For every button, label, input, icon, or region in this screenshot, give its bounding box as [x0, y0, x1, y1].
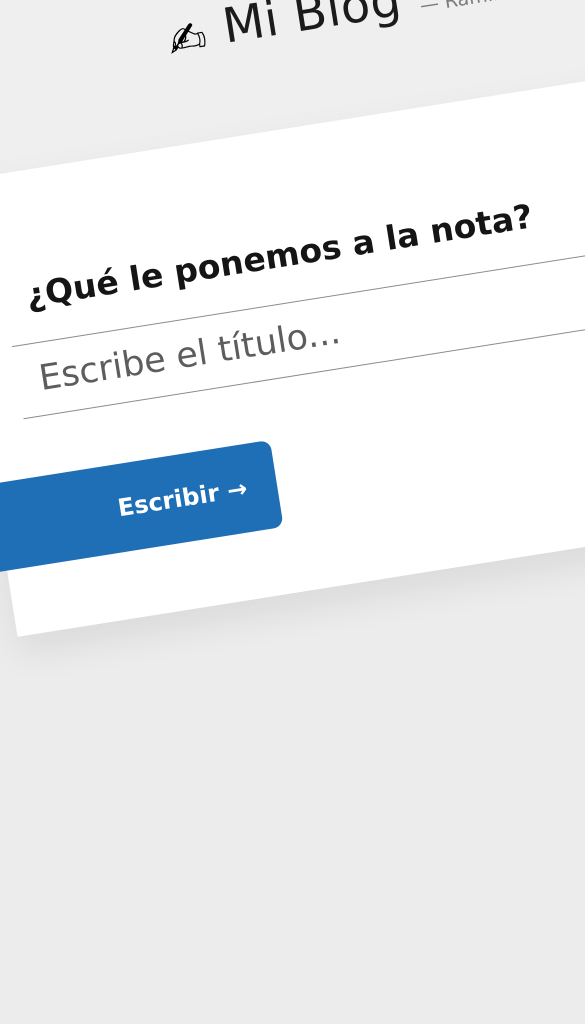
write-button[interactable]: Escribir → [0, 439, 284, 574]
blog-title: Mi Blog [218, 0, 406, 55]
page-plane: ✍ Mi Blog — Ramiro Lóizaga ¿Qué le ponem… [0, 0, 585, 1024]
writing-hand-icon: ✍ [164, 9, 211, 69]
page: ✍ Mi Blog — Ramiro Lóizaga ¿Qué le ponem… [0, 0, 585, 1024]
author-byline: — Ramiro Lóizaga [418, 0, 585, 17]
brand[interactable]: ✍ Mi Blog — Ramiro Lóizaga [163, 0, 585, 69]
